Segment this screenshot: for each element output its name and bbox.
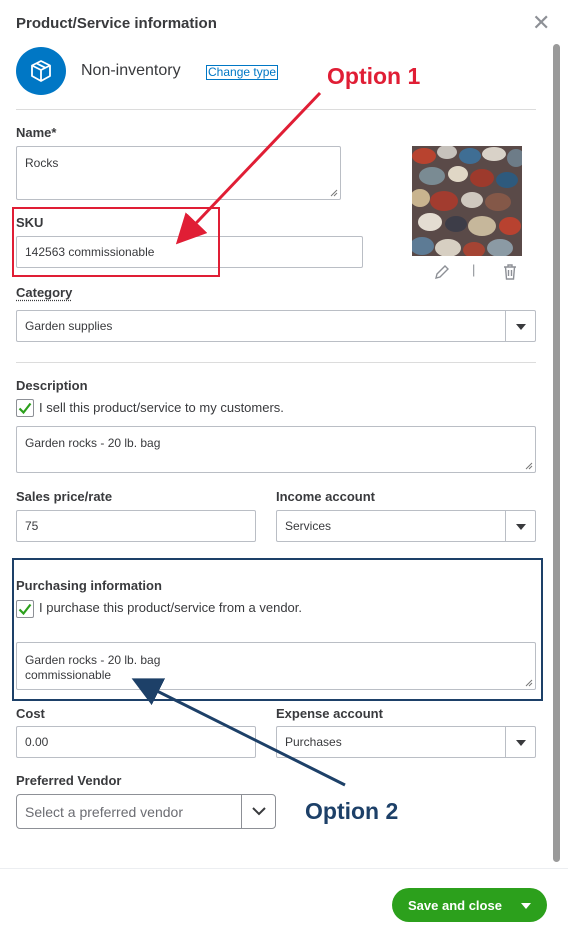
product-service-panel: Product/Service information ✕ Non-invent… (0, 0, 568, 925)
option2-arrow (131, 678, 346, 787)
option1-arrow (175, 91, 322, 245)
annotation-arrows (131, 91, 346, 787)
